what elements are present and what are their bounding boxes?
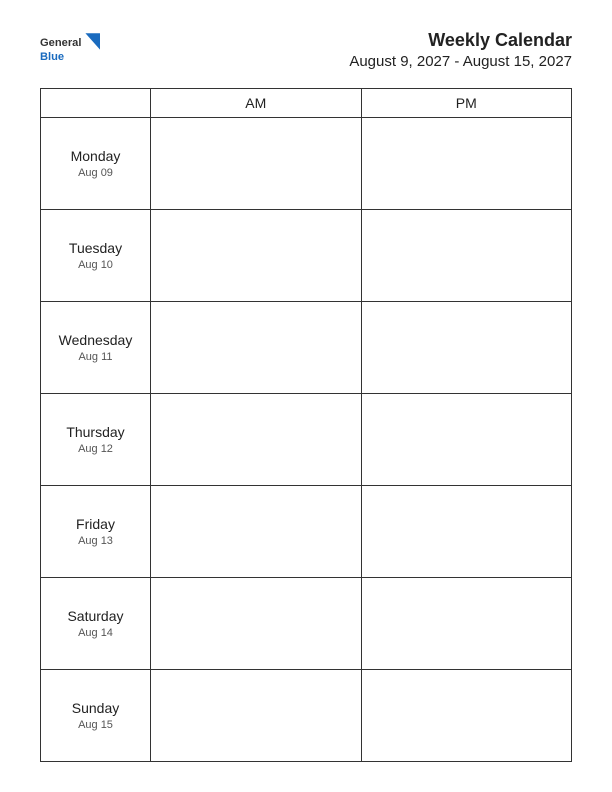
day-cell-saturday: Saturday Aug 14	[41, 578, 151, 670]
day-name: Friday	[46, 516, 145, 532]
calendar-table: AM PM Monday Aug 09 Tuesday Aug 10 Wednesday…	[40, 88, 572, 762]
table-row: Thursday Aug 12	[41, 394, 572, 486]
calendar-title-main: Weekly Calendar	[349, 30, 572, 51]
pm-cell-wednesday[interactable]	[361, 302, 572, 394]
am-cell-friday[interactable]	[151, 486, 362, 578]
table-row: Saturday Aug 14	[41, 578, 572, 670]
day-name: Saturday	[46, 608, 145, 624]
day-cell-monday: Monday Aug 09	[41, 118, 151, 210]
am-cell-thursday[interactable]	[151, 394, 362, 486]
pm-cell-thursday[interactable]	[361, 394, 572, 486]
day-date: Aug 11	[46, 351, 145, 363]
day-name: Sunday	[46, 700, 145, 716]
pm-cell-tuesday[interactable]	[361, 210, 572, 302]
am-cell-tuesday[interactable]	[151, 210, 362, 302]
calendar-title-date: August 9, 2027 - August 15, 2027	[349, 53, 572, 70]
svg-text:Blue: Blue	[40, 51, 64, 63]
day-cell-friday: Friday Aug 13	[41, 486, 151, 578]
table-header-row: AM PM	[41, 89, 572, 118]
calendar-title: Weekly Calendar August 9, 2027 - August …	[349, 30, 572, 70]
pm-cell-sunday[interactable]	[361, 670, 572, 762]
day-cell-thursday: Thursday Aug 12	[41, 394, 151, 486]
day-date: Aug 12	[46, 443, 145, 455]
logo-svg: General Blue	[40, 30, 100, 70]
table-row: Sunday Aug 15	[41, 670, 572, 762]
table-row: Tuesday Aug 10	[41, 210, 572, 302]
logo: General Blue	[40, 30, 100, 70]
am-cell-saturday[interactable]	[151, 578, 362, 670]
svg-text:General: General	[40, 37, 81, 49]
am-cell-wednesday[interactable]	[151, 302, 362, 394]
day-date: Aug 14	[46, 627, 145, 639]
am-cell-sunday[interactable]	[151, 670, 362, 762]
day-name: Wednesday	[46, 332, 145, 348]
day-name: Monday	[46, 148, 145, 164]
corner-cell	[41, 89, 151, 118]
pm-header: PM	[361, 89, 572, 118]
table-row: Monday Aug 09	[41, 118, 572, 210]
day-date: Aug 13	[46, 535, 145, 547]
table-row: Wednesday Aug 11	[41, 302, 572, 394]
day-date: Aug 15	[46, 719, 145, 731]
pm-cell-friday[interactable]	[361, 486, 572, 578]
pm-cell-saturday[interactable]	[361, 578, 572, 670]
header: General Blue Weekly Calendar August 9, 2…	[40, 30, 572, 70]
table-row: Friday Aug 13	[41, 486, 572, 578]
day-cell-wednesday: Wednesday Aug 11	[41, 302, 151, 394]
pm-cell-monday[interactable]	[361, 118, 572, 210]
am-cell-monday[interactable]	[151, 118, 362, 210]
page: General Blue Weekly Calendar August 9, 2…	[0, 0, 612, 792]
day-date: Aug 10	[46, 259, 145, 271]
day-name: Thursday	[46, 424, 145, 440]
day-cell-tuesday: Tuesday Aug 10	[41, 210, 151, 302]
am-header: AM	[151, 89, 362, 118]
day-name: Tuesday	[46, 240, 145, 256]
day-cell-sunday: Sunday Aug 15	[41, 670, 151, 762]
day-date: Aug 09	[46, 167, 145, 179]
